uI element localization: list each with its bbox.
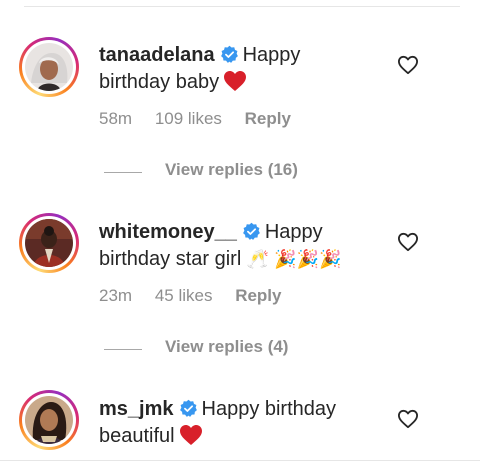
verified-badge-icon — [242, 222, 260, 240]
comment-text-line1: Happy — [242, 44, 301, 66]
party-emojis: 🥂 🎉🎉🎉 — [246, 249, 342, 269]
divider-top — [24, 6, 460, 7]
username[interactable]: whitemoney__ — [99, 221, 237, 243]
comment-text-line1: Happy — [264, 221, 323, 243]
avatar[interactable] — [19, 390, 79, 450]
likes-count[interactable]: 45 likes — [155, 286, 213, 305]
comment-text-line1: Happy birthday — [201, 398, 337, 420]
verified-badge-icon — [179, 399, 197, 417]
comment-text-line2: beautiful — [99, 425, 175, 447]
avatar[interactable] — [19, 213, 79, 273]
comment-meta: 23m 45 likes Reply — [99, 286, 299, 306]
timestamp: 58m — [99, 109, 133, 128]
view-replies-button[interactable]: View replies (4) — [165, 337, 288, 357]
username[interactable]: ms_jmk — [99, 398, 174, 420]
like-heart-outline-icon[interactable] — [397, 55, 419, 75]
comment-text: whitemoney__ Happy birthday star girl 🥂 🎉… — [99, 219, 389, 273]
like-heart-outline-icon[interactable] — [397, 409, 419, 429]
replies-line — [104, 349, 142, 350]
comment-text: ms_jmk Happy birthday beautiful — [99, 396, 389, 450]
comment-text: tanaadelana Happy birthday baby — [99, 42, 389, 96]
like-heart-outline-icon[interactable] — [397, 232, 419, 252]
comment-text-line2: birthday star girl — [99, 248, 242, 270]
view-replies-button[interactable]: View replies (16) — [165, 160, 298, 180]
reply-button[interactable]: Reply — [245, 109, 291, 128]
replies-line — [104, 172, 142, 173]
comment-text-line2: birthday baby — [99, 71, 220, 93]
red-heart-icon — [224, 71, 247, 91]
reply-button[interactable]: Reply — [235, 286, 281, 305]
red-heart-icon — [179, 425, 202, 445]
verified-badge-icon — [220, 45, 238, 63]
username[interactable]: tanaadelana — [99, 44, 215, 66]
avatar[interactable] — [19, 37, 79, 97]
divider-bottom — [0, 460, 480, 461]
comment-meta: 58m 109 likes Reply — [99, 109, 309, 129]
timestamp: 23m — [99, 286, 133, 305]
likes-count[interactable]: 109 likes — [155, 109, 222, 128]
